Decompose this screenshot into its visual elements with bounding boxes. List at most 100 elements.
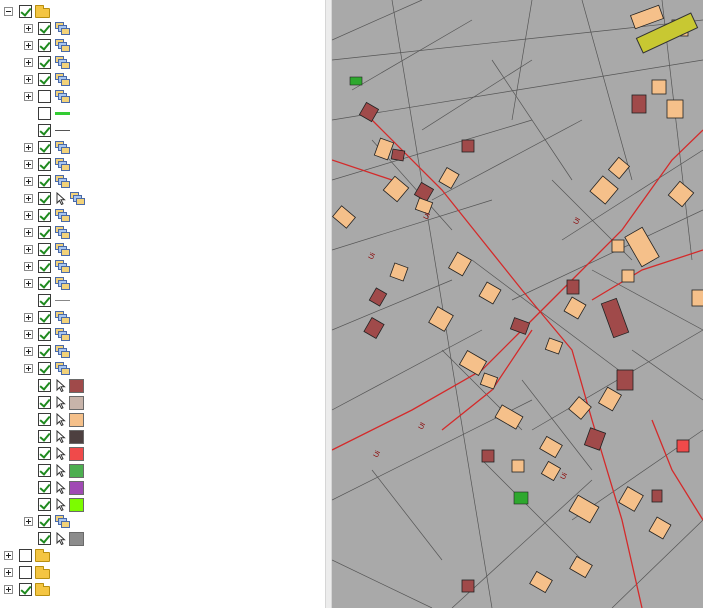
layer-group[interactable]: [0, 581, 325, 598]
layer-item[interactable]: [0, 156, 325, 173]
layer-item[interactable]: [0, 139, 325, 156]
layer-visibility-checkbox[interactable]: [38, 107, 51, 120]
layer-item[interactable]: [0, 326, 325, 343]
map-view[interactable]: Ui Ul Ui Ui Ui Ul: [332, 0, 703, 608]
layer-visibility-checkbox[interactable]: [19, 549, 32, 562]
map-canvas[interactable]: UiUlUiUiUiUl: [332, 0, 703, 608]
building-layer-item[interactable]: [0, 428, 325, 445]
expand-icon[interactable]: [24, 313, 33, 322]
layer-visibility-checkbox[interactable]: [38, 379, 51, 392]
expand-icon[interactable]: [24, 364, 33, 373]
select-cursor-icon[interactable]: [56, 396, 66, 409]
layer-visibility-checkbox[interactable]: [38, 345, 51, 358]
layer-item[interactable]: [0, 173, 325, 190]
expand-icon[interactable]: [24, 228, 33, 237]
layer-visibility-checkbox[interactable]: [38, 311, 51, 324]
select-cursor-icon[interactable]: [56, 379, 66, 392]
layer-visibility-checkbox[interactable]: [38, 209, 51, 222]
expand-icon[interactable]: [24, 262, 33, 271]
layer-item-parcels[interactable]: [0, 530, 325, 547]
select-cursor-icon[interactable]: [56, 447, 66, 460]
layer-item[interactable]: [0, 122, 325, 139]
layer-visibility-checkbox[interactable]: [38, 430, 51, 443]
expand-icon[interactable]: [24, 517, 33, 526]
expand-icon[interactable]: [4, 585, 13, 594]
building-layer-item[interactable]: [0, 377, 325, 394]
layer-item[interactable]: [0, 88, 325, 105]
select-cursor-icon[interactable]: [56, 481, 66, 494]
layer-visibility-checkbox[interactable]: [38, 124, 51, 137]
layer-item[interactable]: [0, 292, 325, 309]
building-layer-item[interactable]: [0, 479, 325, 496]
layer-item[interactable]: [0, 275, 325, 292]
layer-visibility-checkbox[interactable]: [38, 277, 51, 290]
expand-icon[interactable]: [24, 279, 33, 288]
layer-visibility-checkbox[interactable]: [38, 56, 51, 69]
layer-visibility-checkbox[interactable]: [38, 481, 51, 494]
layer-visibility-checkbox[interactable]: [38, 260, 51, 273]
select-cursor-icon[interactable]: [56, 413, 66, 426]
expand-icon[interactable]: [24, 75, 33, 84]
expand-icon[interactable]: [24, 347, 33, 356]
layer-visibility-checkbox[interactable]: [38, 243, 51, 256]
layer-visibility-checkbox[interactable]: [38, 532, 51, 545]
layer-item[interactable]: [0, 37, 325, 54]
layer-group-alapterkep-bt[interactable]: [0, 3, 325, 20]
layer-visibility-checkbox[interactable]: [38, 73, 51, 86]
layer-visibility-checkbox[interactable]: [38, 515, 51, 528]
select-cursor-icon[interactable]: [56, 532, 66, 545]
layer-group[interactable]: [0, 547, 325, 564]
expand-icon[interactable]: [24, 58, 33, 67]
layer-item-hrsz[interactable]: [0, 513, 325, 530]
layer-item[interactable]: [0, 258, 325, 275]
layer-group[interactable]: [0, 564, 325, 581]
select-cursor-icon[interactable]: [56, 192, 66, 205]
expand-icon[interactable]: [24, 177, 33, 186]
layer-item[interactable]: [0, 54, 325, 71]
layer-visibility-checkbox[interactable]: [38, 192, 51, 205]
collapse-icon[interactable]: [4, 7, 13, 16]
select-cursor-icon[interactable]: [56, 430, 66, 443]
layer-visibility-checkbox[interactable]: [38, 413, 51, 426]
expand-icon[interactable]: [24, 211, 33, 220]
expand-icon[interactable]: [4, 551, 13, 560]
expand-icon[interactable]: [24, 330, 33, 339]
layer-item[interactable]: [0, 224, 325, 241]
building-layer-item[interactable]: [0, 462, 325, 479]
building-layer-item[interactable]: [0, 445, 325, 462]
select-cursor-icon[interactable]: [56, 464, 66, 477]
layer-item[interactable]: [0, 360, 325, 377]
expand-icon[interactable]: [24, 92, 33, 101]
layer-item[interactable]: [0, 71, 325, 88]
expand-icon[interactable]: [24, 160, 33, 169]
layer-visibility-checkbox[interactable]: [38, 294, 51, 307]
expand-icon[interactable]: [24, 41, 33, 50]
layer-visibility-checkbox[interactable]: [38, 464, 51, 477]
expand-icon[interactable]: [24, 194, 33, 203]
building-layer-item[interactable]: [0, 394, 325, 411]
layer-visibility-checkbox[interactable]: [38, 328, 51, 341]
layer-visibility-checkbox[interactable]: [38, 90, 51, 103]
layer-visibility-checkbox[interactable]: [38, 22, 51, 35]
layer-visibility-checkbox[interactable]: [38, 175, 51, 188]
panel-splitter[interactable]: [325, 0, 332, 608]
expand-icon[interactable]: [24, 24, 33, 33]
layer-visibility-checkbox[interactable]: [38, 447, 51, 460]
layer-item[interactable]: [0, 190, 325, 207]
layer-item[interactable]: [0, 241, 325, 258]
layer-visibility-checkbox[interactable]: [19, 566, 32, 579]
layer-visibility-checkbox[interactable]: [19, 5, 32, 18]
layer-item[interactable]: [0, 309, 325, 326]
layer-visibility-checkbox[interactable]: [38, 141, 51, 154]
building-layer-item[interactable]: [0, 411, 325, 428]
layer-item[interactable]: [0, 20, 325, 37]
layer-visibility-checkbox[interactable]: [38, 396, 51, 409]
layer-visibility-checkbox[interactable]: [38, 39, 51, 52]
select-cursor-icon[interactable]: [56, 498, 66, 511]
expand-icon[interactable]: [24, 143, 33, 152]
expand-icon[interactable]: [24, 245, 33, 254]
building-layer-item[interactable]: [0, 496, 325, 513]
layer-visibility-checkbox[interactable]: [19, 583, 32, 596]
layer-item[interactable]: [0, 207, 325, 224]
layer-visibility-checkbox[interactable]: [38, 498, 51, 511]
